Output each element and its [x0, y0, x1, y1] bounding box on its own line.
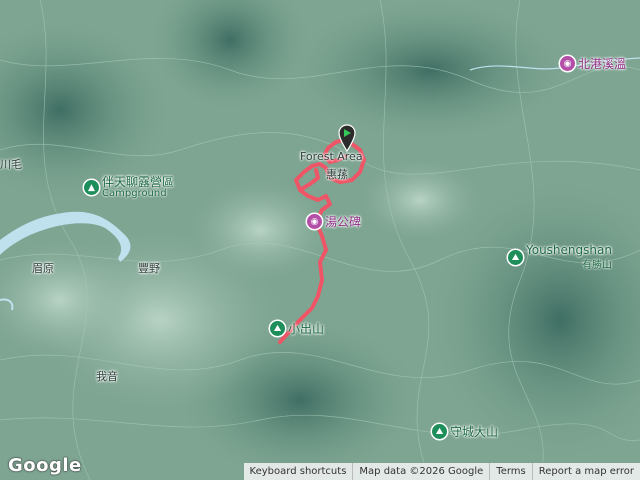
camera-icon: ◉ [307, 214, 322, 229]
report-error-link[interactable]: Report a map error [531, 463, 640, 480]
label-woyin: 我音 [96, 370, 118, 383]
poi-label: 小出山 [288, 321, 325, 336]
camera-icon: ◉ [560, 56, 575, 71]
terrain-map[interactable] [0, 0, 640, 480]
poi-tang-monument[interactable]: ◉ 湯公碑 [307, 214, 361, 229]
poi-label: 守城大山 [450, 424, 499, 439]
keyboard-shortcuts-link[interactable]: Keyboard shortcuts [244, 463, 353, 480]
label-mao: 川毛 [0, 158, 22, 171]
tent-icon: ▲ [84, 180, 99, 195]
poi-beigangxi-hot-spring[interactable]: ◉ 北港溪溫 [560, 56, 626, 71]
poi-label: 湯公碑 [325, 214, 362, 229]
poi-shouchengdashan[interactable]: ⛰ 守城大山 [432, 424, 498, 439]
map-data-attribution: Map data ©2026 Google [352, 463, 489, 480]
poi-label: 北港溪溫 [578, 56, 627, 71]
mountain-icon: ⛰ [508, 250, 523, 265]
label-huisun: 惠蓀 [326, 168, 348, 181]
poi-youshengshan[interactable]: ⛰ Youshengshan 有勝山 [508, 244, 612, 271]
label-meiyuan: 眉原 [32, 262, 54, 275]
poi-xiaochushan[interactable]: ⛰ 小出山 [270, 321, 324, 336]
google-logo: Google [8, 455, 82, 476]
poi-label: 伴天聊露營區 [102, 175, 175, 189]
poi-sublabel: 有勝山 [581, 260, 612, 271]
poi-label: Youshengshan [526, 243, 612, 257]
terms-link[interactable]: Terms [489, 463, 531, 480]
map-footer: Keyboard shortcuts Map data ©2026 Google… [243, 463, 640, 480]
poi-campground[interactable]: ▲ 伴天聊露營區 Campground [84, 176, 174, 199]
poi-sublabel: Campground [102, 188, 167, 199]
label-forest-area: Forest Area [300, 150, 363, 163]
mountain-icon: ⛰ [432, 424, 447, 439]
label-fengye: 豐野 [138, 262, 160, 275]
mountain-icon: ⛰ [270, 321, 285, 336]
